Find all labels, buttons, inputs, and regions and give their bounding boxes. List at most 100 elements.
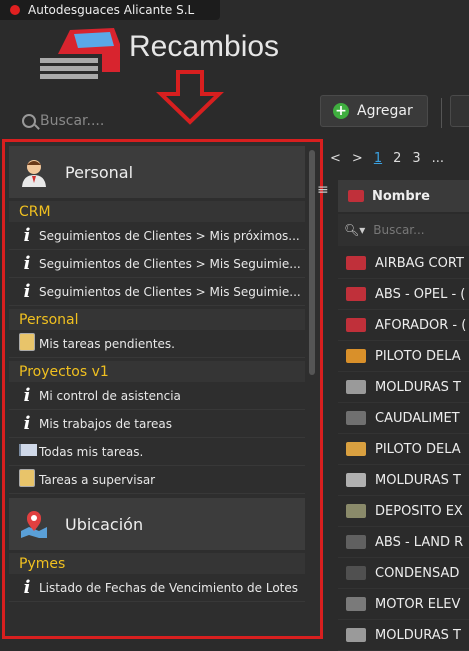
filter-search-icon: 🔍︎▾ xyxy=(344,223,366,237)
row-name: MOLDURAS T xyxy=(375,379,461,395)
list-item[interactable]: i Mi control de asistencia xyxy=(9,382,305,410)
search-icon xyxy=(22,114,36,128)
pager-first[interactable]: < xyxy=(330,151,341,166)
clipboard-icon xyxy=(19,469,35,487)
item-label: Mis trabajos de tareas xyxy=(39,416,172,431)
part-thumbnail-icon xyxy=(346,442,366,456)
pager-ellipsis[interactable]: ... xyxy=(432,151,444,166)
app-title: Recambios xyxy=(129,30,280,63)
part-thumbnail-icon xyxy=(346,504,366,518)
row-name: PILOTO DELA xyxy=(375,441,461,457)
row-name: ABS - LAND R xyxy=(375,534,464,550)
row-name: DEPOSITO EX xyxy=(375,503,463,519)
toolbar-button[interactable] xyxy=(450,95,469,127)
table-row[interactable]: PILOTO DELA xyxy=(338,341,469,372)
item-label: Mi control de asistencia xyxy=(39,388,181,403)
table-row[interactable]: ABS - OPEL - ( xyxy=(338,279,469,310)
table-row[interactable]: CAUDALIMET xyxy=(338,403,469,434)
arrow-down-icon xyxy=(156,70,224,125)
filter-placeholder: Buscar... xyxy=(373,223,425,237)
part-thumbnail-icon xyxy=(346,411,366,425)
item-label: Seguimientos de Clientes > Mis Seguimie.… xyxy=(39,256,301,271)
category-personal: Personal xyxy=(9,309,305,330)
category-proyectos: Proyectos v1 xyxy=(9,361,305,382)
plus-icon: + xyxy=(333,103,349,119)
part-thumbnail-icon xyxy=(346,628,366,642)
search-placeholder: Buscar.... xyxy=(40,113,105,129)
pager-next[interactable]: > xyxy=(352,151,363,166)
grid-column-header[interactable]: Nombre xyxy=(338,180,469,212)
list-item[interactable]: i Mis trabajos de tareas xyxy=(9,410,305,438)
table-row[interactable]: DEPOSITO EX xyxy=(338,496,469,527)
person-icon xyxy=(22,160,46,187)
part-thumbnail-icon xyxy=(346,566,366,580)
info-icon: i xyxy=(23,253,31,274)
list-item[interactable]: i Seguimientos de Clientes > Mis Seguimie… xyxy=(9,250,305,278)
part-thumbnail-icon xyxy=(346,256,366,270)
pager: < > 1 2 3 ... xyxy=(330,148,469,168)
list-item[interactable]: i Seguimientos de Clientes > Mis próximos… xyxy=(9,222,305,250)
list-item[interactable]: Tareas a supervisar xyxy=(9,466,305,494)
table-row[interactable]: ABS - LAND R xyxy=(338,527,469,558)
clipboard-icon xyxy=(19,333,35,351)
item-label: Seguimientos de Clientes > Mis Seguimie.… xyxy=(39,284,301,299)
window-title: Autodesguaces Alicante S.L xyxy=(28,3,195,17)
table-row[interactable]: MOLDURAS T xyxy=(338,620,469,651)
pager-page[interactable]: 3 xyxy=(412,151,420,166)
table-row[interactable]: MOLDURAS T xyxy=(338,465,469,496)
part-thumbnail-icon xyxy=(346,287,366,301)
toolbar-divider xyxy=(441,98,442,128)
table-row[interactable]: AFORADOR - ( xyxy=(338,310,469,341)
row-name: PILOTO DELA xyxy=(375,348,461,364)
list-item[interactable]: i Seguimientos de Clientes > Mis Seguimie… xyxy=(9,278,305,306)
info-icon: i xyxy=(23,225,31,246)
info-icon: i xyxy=(23,281,31,302)
list-item[interactable]: Mis tareas pendientes. xyxy=(9,330,305,358)
part-thumbnail-icon xyxy=(346,597,366,611)
part-thumbnail-icon xyxy=(346,535,366,549)
pager-page[interactable]: 1 xyxy=(374,151,382,166)
info-icon: i xyxy=(23,413,31,434)
row-name: MOLDURAS T xyxy=(375,627,461,643)
item-label: Todas mis tareas. xyxy=(39,444,144,459)
car-logo-icon xyxy=(40,28,120,79)
add-button-label: Agregar xyxy=(357,103,413,119)
table-row[interactable]: AIRBAG CORT xyxy=(338,248,469,279)
row-name: ABS - OPEL - ( xyxy=(375,286,466,302)
group-title: Personal xyxy=(65,162,134,182)
item-label: Listado de Fechas de Vencimiento de Lote… xyxy=(39,580,299,595)
close-dot-icon[interactable] xyxy=(10,5,20,15)
row-name: MOTOR ELEV xyxy=(375,596,461,612)
category-pymes: Pymes xyxy=(9,553,305,574)
item-label: Mis tareas pendientes. xyxy=(39,336,175,351)
row-name: AFORADOR - ( xyxy=(375,317,467,333)
table-row[interactable]: CONDENSAD xyxy=(338,558,469,589)
table-row[interactable]: PILOTO DELA xyxy=(338,434,469,465)
part-thumbnail-icon xyxy=(346,318,366,332)
add-button[interactable]: + Agregar xyxy=(320,95,428,127)
row-name: CONDENSAD xyxy=(375,565,460,581)
group-personal[interactable]: Personal xyxy=(9,146,305,198)
menu-toggle-icon[interactable]: ≡ xyxy=(317,182,329,206)
map-pin-icon xyxy=(21,511,47,538)
grid-rows: AIRBAG CORT ABS - OPEL - ( AFORADOR - ( PIL… xyxy=(338,248,469,651)
panel-scrollbar[interactable] xyxy=(309,150,315,375)
row-name: MOLDURAS T xyxy=(375,472,461,488)
info-icon: i xyxy=(23,577,31,598)
part-thumbnail-icon xyxy=(346,380,366,394)
search-box[interactable]: Buscar.... xyxy=(22,111,152,131)
pager-page[interactable]: 2 xyxy=(393,151,401,166)
favorites-panel: Personal CRM i Seguimientos de Clientes >… xyxy=(2,139,323,639)
group-ubicacion[interactable]: Ubicación xyxy=(9,498,305,550)
grid-filter-input[interactable]: 🔍︎▾ Buscar... xyxy=(338,214,469,246)
list-item[interactable]: Todas mis tareas. xyxy=(9,438,305,466)
table-row[interactable]: MOLDURAS T xyxy=(338,372,469,403)
window-titlebar: Autodesguaces Alicante S.L xyxy=(0,0,220,20)
info-icon: i xyxy=(23,385,31,406)
table-row[interactable]: MOTOR ELEV xyxy=(338,589,469,620)
group-title: Ubicación xyxy=(65,514,144,534)
part-thumbnail-icon xyxy=(346,349,366,363)
item-label: Seguimientos de Clientes > Mis próximos.… xyxy=(39,228,300,243)
car-icon xyxy=(348,190,364,202)
list-item[interactable]: i Listado de Fechas de Vencimiento de Lot… xyxy=(9,574,305,602)
